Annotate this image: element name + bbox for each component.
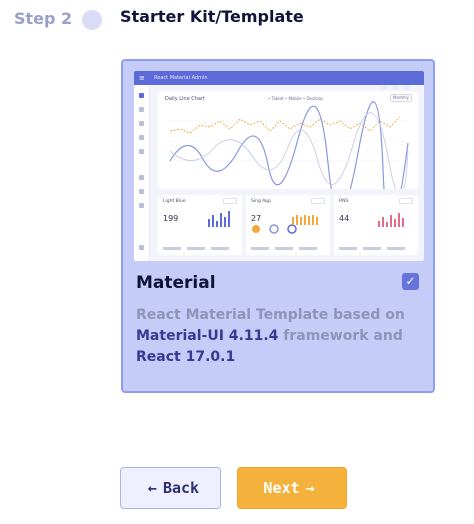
preview-line-chart xyxy=(168,101,409,189)
step-header: Step 2 Starter Kit/Template xyxy=(0,0,474,40)
preview-menu-icon: ≡ xyxy=(139,74,145,82)
preview-line-chart-panel: Daily Line Chart • Tablet • Mobile • Des… xyxy=(158,91,418,189)
preview-mini-card-2: Sing App 27 xyxy=(246,195,330,255)
preview-topbar: ≡ React Material Admin xyxy=(134,71,424,90)
template-description: React Material Template based on Materia… xyxy=(136,305,426,368)
template-card-material[interactable]: ≡ React Material Admin Daily Line Chart … xyxy=(121,59,435,393)
preview-topbar-icons xyxy=(376,75,416,90)
react-version: React 17.0.1 xyxy=(136,349,236,365)
description-text: React Material Template based on xyxy=(136,307,405,323)
arrow-left-icon: ← xyxy=(147,479,157,497)
preview-sidebar xyxy=(134,85,150,261)
next-button-label: Next xyxy=(263,479,300,497)
back-button[interactable]: ← Back xyxy=(120,467,221,509)
step-indicator-icon xyxy=(82,10,102,30)
description-text: framework and xyxy=(283,328,403,344)
template-title: Material xyxy=(136,273,216,293)
next-button[interactable]: Next → xyxy=(237,467,347,509)
preview-mini-card-1: Light Blue 199 xyxy=(158,195,242,255)
back-button-label: Back xyxy=(162,479,200,497)
preview-app-title: React Material Admin xyxy=(154,75,208,81)
step-label: Step 2 xyxy=(14,9,73,28)
material-ui-version: Material-UI 4.11.4 xyxy=(136,328,279,344)
template-preview-image: ≡ React Material Admin Daily Line Chart … xyxy=(134,71,424,261)
checkbox-checked-icon[interactable]: ✓ xyxy=(402,273,419,290)
arrow-right-icon: → xyxy=(305,479,315,497)
preview-mini-card-3: RNS 44 xyxy=(334,195,418,255)
step-title: Starter Kit/Template xyxy=(120,7,304,26)
